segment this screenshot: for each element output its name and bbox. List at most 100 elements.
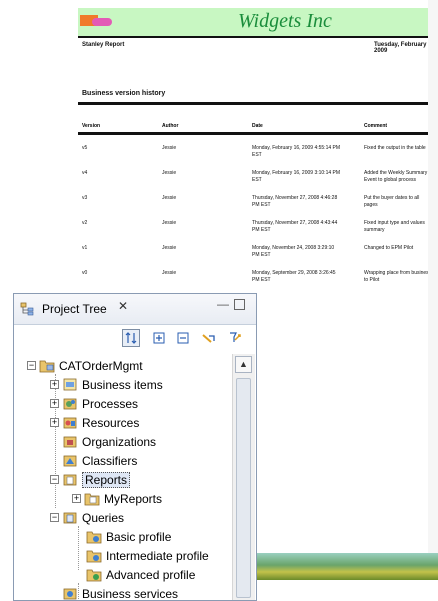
tree-item-label: Classifiers xyxy=(82,453,138,468)
sort-icon[interactable] xyxy=(122,329,140,347)
panel-tab[interactable]: Project Tree ✕ — xyxy=(14,294,256,325)
collapse-icon[interactable]: − xyxy=(50,513,59,522)
basic-profile-icon xyxy=(86,531,102,544)
processes-icon xyxy=(63,398,77,410)
tree-item-label: Resources xyxy=(82,415,140,430)
table-cell: v5 xyxy=(82,145,88,151)
column-header: Author xyxy=(162,123,179,129)
expand-icon[interactable]: + xyxy=(72,494,81,503)
tree-item-label: Reports xyxy=(82,471,131,488)
intermediate-profile-icon xyxy=(86,550,102,563)
table-cell: Fixed input type and values summary xyxy=(364,220,425,233)
tree-item-label: Processes xyxy=(82,396,139,411)
history-table: v5 Jessie Monday, February 16, 2009 4:55… xyxy=(82,145,432,295)
tree-item-label: Queries xyxy=(82,510,125,525)
table-row: v2 Jessie Thursday, November 27, 2008 4:… xyxy=(82,220,432,245)
tree-item-advanced-profile[interactable]: Advanced profile xyxy=(86,565,195,584)
tree-item-my-reports[interactable]: + MyReports xyxy=(72,489,162,508)
tree-item-label: Organizations xyxy=(82,434,157,449)
tree-item-resources[interactable]: + Resources xyxy=(50,413,139,432)
tree-item-label: Basic profile xyxy=(106,529,172,544)
table-row: v4 Jessie Monday, February 16, 2009 3:10… xyxy=(82,170,432,195)
tree-item-processes[interactable]: + Processes xyxy=(50,394,138,413)
tree-item-basic-profile[interactable]: Basic profile xyxy=(86,527,171,546)
table-cell: Thursday, November 27, 2008 4:43:44 PM E… xyxy=(252,220,338,233)
table-cell: Jessie xyxy=(162,220,177,226)
classifiers-icon xyxy=(63,455,77,467)
report-header: Widgets Inc xyxy=(78,8,435,38)
expand-icon[interactable]: + xyxy=(50,418,59,427)
panel-toolbar xyxy=(14,325,256,351)
table-cell: Monday, November 24, 2008 3:29:10 PM EST xyxy=(252,245,335,258)
tree-item-root[interactable]: − CATOrderMgmt xyxy=(27,356,143,375)
table-cell: v2 xyxy=(82,220,88,226)
table-cell: Jessie xyxy=(162,170,177,176)
project-tree-icon xyxy=(20,302,34,316)
project-tree: − CATOrderMgmt + Business items + Proces… xyxy=(14,354,232,600)
resources-icon xyxy=(63,417,77,429)
table-row: v3 Jessie Thursday, November 27, 2008 4:… xyxy=(82,195,432,220)
column-header: Version xyxy=(82,123,101,129)
link-icon[interactable] xyxy=(200,329,218,347)
table-cell: v3 xyxy=(82,195,88,201)
table-cell: Monday, February 16, 2009 3:10:14 PM EST xyxy=(252,170,341,183)
scroll-thumb[interactable] xyxy=(236,378,251,598)
table-cell: Changed to EPM Pilot xyxy=(364,245,414,251)
table-cell: Added the Weekly Summary Event to global… xyxy=(364,170,428,183)
tree-item-label: Advanced profile xyxy=(106,567,196,582)
collapse-all-icon[interactable] xyxy=(174,329,192,347)
my-reports-icon xyxy=(84,493,100,506)
table-cell: Monday, September 29, 2008 3:26:45 PM ES… xyxy=(252,270,336,283)
table-cell: v0 xyxy=(82,270,88,276)
tree-item-label: CATOrderMgmt xyxy=(59,358,143,373)
tree-item-business-services[interactable]: Business services xyxy=(62,584,178,600)
table-row: v1 Jessie Monday, November 24, 2008 3:29… xyxy=(82,245,432,270)
project-folder-icon xyxy=(39,360,55,373)
tree-item-queries[interactable]: − Queries xyxy=(50,508,124,527)
tree-item-label: Business items xyxy=(82,377,163,392)
tree-item-label: Intermediate profile xyxy=(106,548,209,563)
tree-item-organizations[interactable]: Organizations xyxy=(62,432,156,451)
panel-title: Project Tree xyxy=(42,302,107,316)
table-cell: Fixed the output in the table xyxy=(364,145,426,151)
maximize-icon[interactable] xyxy=(234,299,245,310)
filter-icon[interactable] xyxy=(226,329,244,347)
table-cell: Wrapping place from business to Pilot xyxy=(364,270,432,283)
expand-all-icon[interactable] xyxy=(150,329,168,347)
project-tree-panel: Project Tree ✕ — − CATOrderMgmt + Busine… xyxy=(13,293,257,601)
company-logo-icon xyxy=(80,12,114,30)
report-author: Stanley Report xyxy=(82,42,125,48)
table-cell: Thursday, November 27, 2008 4:46:28 PM E… xyxy=(252,195,338,208)
table-cell: Jessie xyxy=(162,195,177,201)
business-items-icon xyxy=(63,378,77,391)
close-icon[interactable]: ✕ xyxy=(118,299,128,313)
table-row: v0 Jessie Monday, September 29, 2008 3:2… xyxy=(82,270,432,295)
tree-item-classifiers[interactable]: Classifiers xyxy=(62,451,137,470)
section-divider xyxy=(78,102,435,105)
table-cell: v4 xyxy=(82,170,88,176)
collapse-icon[interactable]: − xyxy=(50,475,59,484)
tree-scrollbar[interactable]: ▲ xyxy=(232,354,255,600)
table-header-divider xyxy=(78,132,435,135)
organizations-icon xyxy=(63,436,77,448)
tree-item-reports[interactable]: − Reports xyxy=(50,470,131,489)
tree-item-intermediate-profile[interactable]: Intermediate profile xyxy=(86,546,209,565)
company-name: Widgets Inc xyxy=(238,10,332,32)
tree-item-business-items[interactable]: + Business items xyxy=(50,375,163,394)
report-scrollbar[interactable] xyxy=(428,0,438,580)
scroll-up-icon[interactable]: ▲ xyxy=(235,356,252,373)
reports-icon xyxy=(63,474,77,486)
minimize-icon[interactable]: — xyxy=(217,297,229,311)
business-services-icon xyxy=(63,588,77,600)
table-cell: Jessie xyxy=(162,270,177,276)
column-header: Date xyxy=(252,123,263,129)
tree-item-label: MyReports xyxy=(104,491,163,506)
queries-icon xyxy=(63,512,77,524)
table-cell: v1 xyxy=(82,245,88,251)
collapse-icon[interactable]: − xyxy=(27,361,36,370)
table-cell: Put the buyer dates to all pages xyxy=(364,195,420,208)
expand-icon[interactable]: + xyxy=(50,399,59,408)
table-cell: Jessie xyxy=(162,245,177,251)
table-cell: Monday, February 16, 2009 4:55:14 PM EST xyxy=(252,145,341,158)
expand-icon[interactable]: + xyxy=(50,380,59,389)
